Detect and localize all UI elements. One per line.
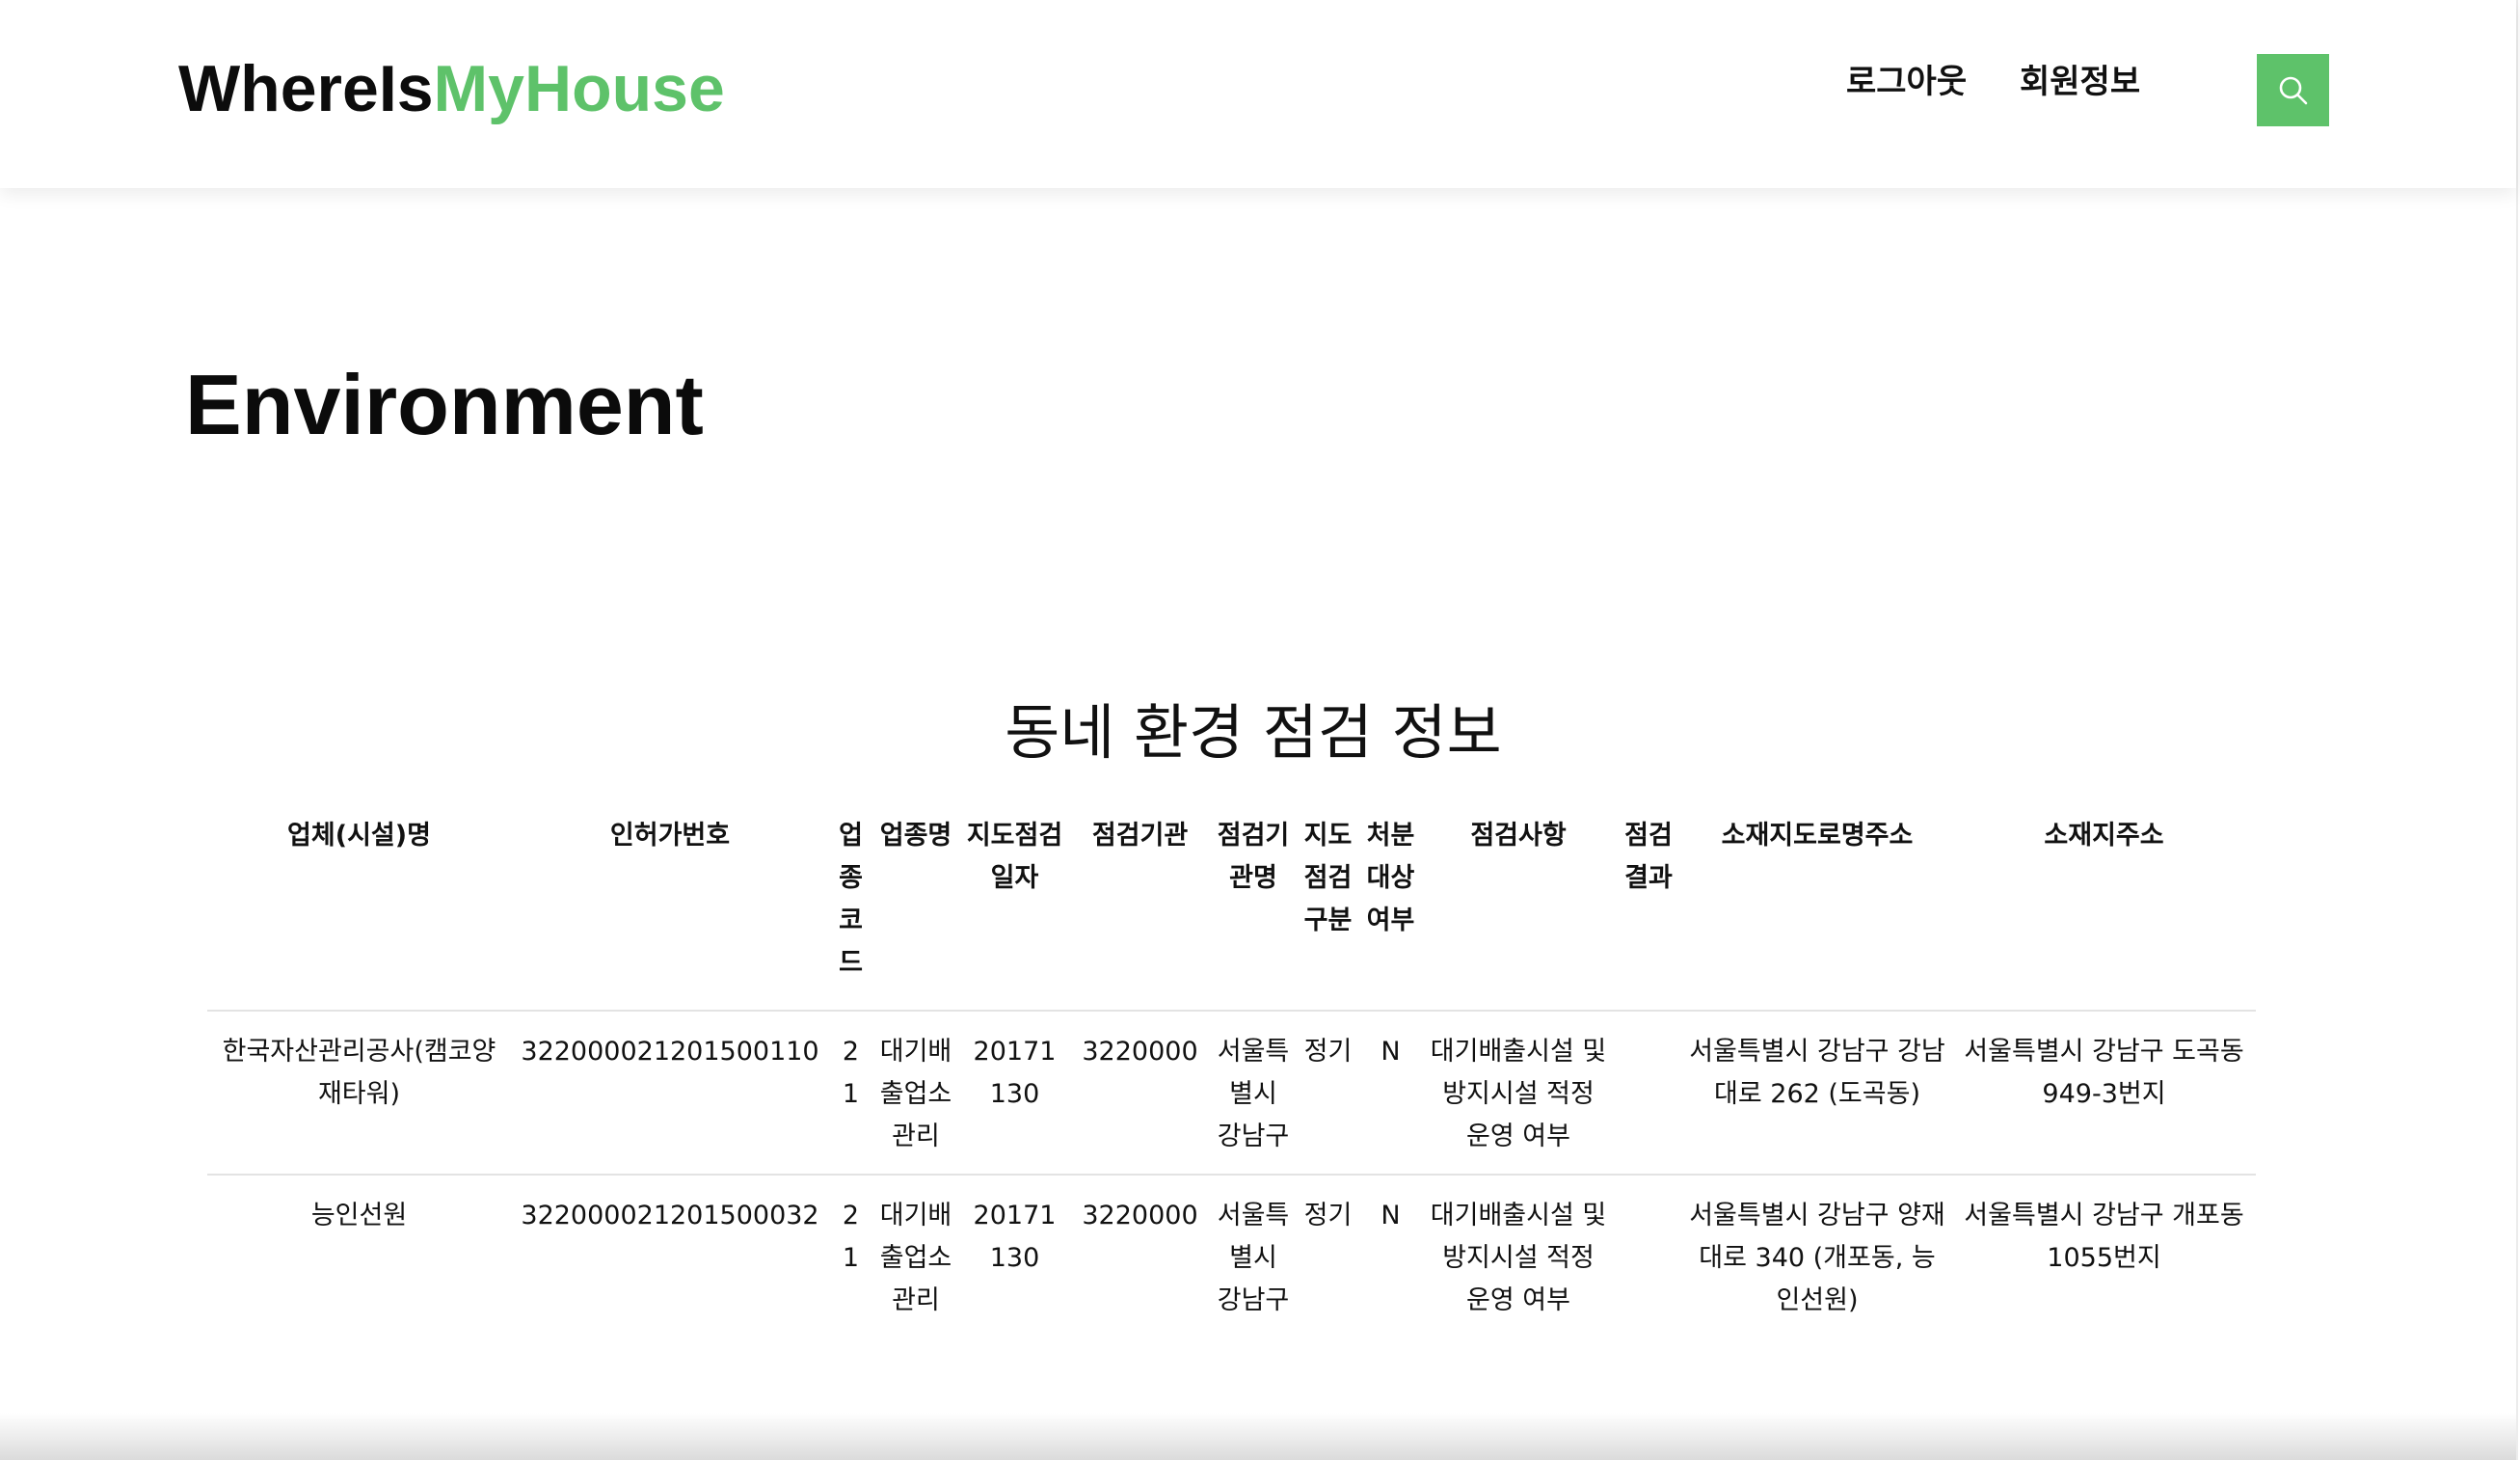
- cell-disposition-target: N: [1359, 1174, 1422, 1338]
- column-header-inspection-items: 점검사항: [1470, 821, 1567, 851]
- cell-inspection-result: [1615, 1010, 1682, 1175]
- cell-business-code: 21: [829, 1174, 872, 1338]
- cell-facility-name: 한국자산관리공사(캠코양재타워): [207, 1010, 511, 1175]
- column-header-business-code: 업종코드: [839, 821, 863, 978]
- cell-road-address: 서울특별시 강남구 양재대로 340 (개포동, 능인선원): [1682, 1174, 1952, 1338]
- column-header-inspection-result: 점검결과: [1624, 821, 1673, 893]
- site-logo[interactable]: WhereIsMyHouse: [178, 50, 725, 127]
- table-row: 한국자산관리공사(캠코양재타워) 322000021201500110 21 대…: [207, 1010, 2256, 1175]
- cell-inspection-type: 정기: [1297, 1010, 1359, 1175]
- column-header-agency-name: 점검기관명: [1217, 821, 1290, 893]
- logo-text-where-is: WhereIs: [178, 52, 434, 125]
- table-row: 능인선원 322000021201500032 21 대기배출업소관리 2017…: [207, 1174, 2256, 1338]
- inspection-table: 업체(시설)명 인허가번호 업종코드 업종명 지도점검일자 점검기관 점검기관명…: [207, 815, 2256, 1338]
- column-header-facility-name: 업체(시설)명: [287, 821, 431, 851]
- inspection-table-container: 업체(시설)명 인허가번호 업종코드 업종명 지도점검일자 점검기관 점검기관명…: [207, 815, 2256, 1338]
- cell-lot-address: 서울특별시 강남구 도곡동 949-3번지: [1952, 1010, 2256, 1175]
- site-header: WhereIsMyHouse 로그아웃 회원정보: [0, 0, 2516, 188]
- column-header-lot-address: 소재지주소: [2044, 821, 2164, 851]
- cell-inspection-date: 20171130: [959, 1010, 1070, 1175]
- cell-inspection-items: 대기배출시설 및 방지시설 적정 운영 여부: [1422, 1010, 1615, 1175]
- cell-inspection-type: 정기: [1297, 1174, 1359, 1338]
- column-header-license-number: 인허가번호: [609, 821, 731, 851]
- table-header-row: 업체(시설)명 인허가번호 업종코드 업종명 지도점검일자 점검기관 점검기관명…: [207, 815, 2256, 1011]
- column-header-inspection-date: 지도점검일자: [966, 821, 1063, 893]
- cell-license-number: 322000021201500032: [511, 1174, 829, 1338]
- cell-business-name: 대기배출업소관리: [872, 1174, 959, 1338]
- cell-inspection-agency: 3220000: [1070, 1174, 1210, 1338]
- section-title: 동네 환경 점검 정보: [1005, 697, 1502, 768]
- cell-inspection-result: [1615, 1174, 1682, 1338]
- cell-lot-address: 서울특별시 강남구 개포동 1055번지: [1952, 1174, 2256, 1338]
- search-button[interactable]: [2257, 54, 2329, 126]
- cell-road-address: 서울특별시 강남구 강남대로 262 (도곡동): [1682, 1010, 1952, 1175]
- nav-member-info-link[interactable]: 회원정보: [2020, 58, 2140, 106]
- cell-inspection-items: 대기배출시설 및 방지시설 적정 운영 여부: [1422, 1174, 1615, 1338]
- cell-business-name: 대기배출업소관리: [872, 1010, 959, 1175]
- logo-text-my-house: MyHouse: [433, 52, 725, 125]
- cell-business-code: 21: [829, 1010, 872, 1175]
- column-header-business-name: 업종명: [879, 821, 952, 851]
- nav-logout-link[interactable]: 로그아웃: [1846, 58, 1967, 106]
- cell-license-number: 322000021201500110: [511, 1010, 829, 1175]
- bottom-scroll-fade: [0, 1413, 2516, 1460]
- cell-agency-name: 서울특별시 강남구: [1210, 1010, 1297, 1175]
- column-header-road-address: 소재지도로명주소: [1721, 821, 1914, 851]
- cell-facility-name: 능인선원: [207, 1174, 511, 1338]
- cell-inspection-date: 20171130: [959, 1174, 1070, 1338]
- column-header-disposition-target: 처분대상여부: [1366, 821, 1415, 935]
- cell-disposition-target: N: [1359, 1010, 1422, 1175]
- search-icon: [2279, 76, 2307, 104]
- column-header-inspection-agency: 점검기관: [1091, 821, 1189, 851]
- column-header-inspection-type: 지도점검구분: [1303, 821, 1353, 935]
- page-title: Environment: [185, 357, 704, 452]
- cell-agency-name: 서울특별시 강남구: [1210, 1174, 1297, 1338]
- cell-inspection-agency: 3220000: [1070, 1010, 1210, 1175]
- page-edge-divider: [2516, 0, 2518, 1460]
